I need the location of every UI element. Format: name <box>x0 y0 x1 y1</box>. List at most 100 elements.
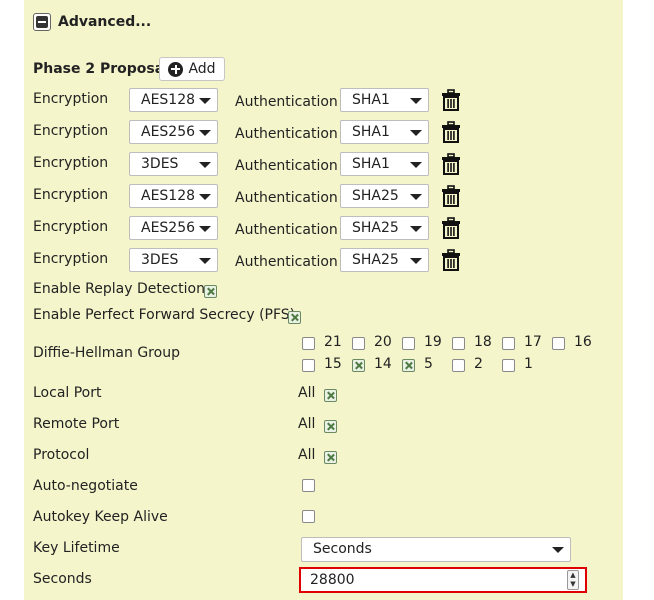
dh-group-label-value: 17 <box>524 334 542 350</box>
seconds-input[interactable]: 28800 ▲ ▼ <box>299 567 587 593</box>
authentication-select[interactable]: SHA25 <box>340 184 429 208</box>
authentication-value: SHA25 <box>352 220 399 236</box>
encryption-value: AES256 <box>141 124 196 140</box>
local-port-label: Local Port <box>33 385 102 401</box>
collapse-toggle-button[interactable] <box>33 13 51 31</box>
dh-group-checkbox[interactable] <box>302 337 315 350</box>
seconds-value: 28800 <box>310 572 355 588</box>
protocol-label: Protocol <box>33 447 90 463</box>
encryption-value: 3DES <box>141 156 179 172</box>
authentication-value: SHA25 <box>352 252 399 268</box>
encryption-label: Encryption <box>33 155 109 171</box>
add-button-label: Add <box>188 61 216 77</box>
authentication-select[interactable]: SHA1 <box>340 152 429 176</box>
encryption-label: Encryption <box>33 91 109 107</box>
auto-negotiate-checkbox[interactable] <box>302 479 315 492</box>
authentication-value: SHA1 <box>352 124 390 140</box>
dh-group-checkbox[interactable] <box>452 359 465 372</box>
chevron-down-icon <box>410 226 422 232</box>
authentication-select[interactable]: SHA25 <box>340 248 429 272</box>
chevron-down-icon <box>199 226 211 232</box>
encryption-label: Encryption <box>33 251 109 267</box>
chevron-down-icon <box>199 130 211 136</box>
authentication-select[interactable]: SHA1 <box>340 88 429 112</box>
trash-icon[interactable] <box>441 153 461 175</box>
chevron-down-icon <box>410 258 422 264</box>
chevron-down-icon <box>199 194 211 200</box>
authentication-label: Authentication <box>235 94 338 110</box>
dh-group-label-value: 19 <box>424 334 442 350</box>
dh-group-label-value: 1 <box>524 356 533 372</box>
local-port-all-label: All <box>298 385 316 401</box>
auto-negotiate-label: Auto-negotiate <box>33 478 138 494</box>
encryption-label: Encryption <box>33 123 109 139</box>
chevron-down-icon <box>199 98 211 104</box>
remote-port-all-label: All <box>298 416 316 432</box>
protocol-all-label: All <box>298 447 316 463</box>
dh-group-checkbox[interactable] <box>552 337 565 350</box>
encryption-select[interactable]: AES256 <box>129 216 218 240</box>
chevron-down-icon <box>552 547 564 553</box>
encryption-value: AES128 <box>141 92 196 108</box>
chevron-down-icon <box>410 130 422 136</box>
authentication-select[interactable]: SHA25 <box>340 216 429 240</box>
chevron-down-icon <box>199 258 211 264</box>
plus-circle-icon <box>168 61 184 77</box>
spin-up-icon[interactable]: ▲ <box>570 572 575 579</box>
dh-group-label-value: 5 <box>424 356 433 372</box>
phase2-proposal-title: Phase 2 Proposal <box>33 61 169 77</box>
local-port-all-checkbox[interactable] <box>324 389 337 402</box>
encryption-value: AES128 <box>141 188 196 204</box>
add-proposal-button[interactable]: Add <box>159 57 225 81</box>
seconds-label: Seconds <box>33 571 92 587</box>
authentication-label: Authentication <box>235 190 338 206</box>
dh-group-label: Diffie-Hellman Group <box>33 345 180 361</box>
authentication-label: Authentication <box>235 254 338 270</box>
authentication-label: Authentication <box>235 222 338 238</box>
pfs-checkbox[interactable] <box>288 311 301 324</box>
encryption-label: Encryption <box>33 187 109 203</box>
encryption-select[interactable]: 3DES <box>129 152 218 176</box>
protocol-all-checkbox[interactable] <box>324 451 337 464</box>
seconds-spinner[interactable]: ▲ ▼ <box>567 570 579 590</box>
dh-group-label-value: 15 <box>324 356 342 372</box>
trash-icon[interactable] <box>441 217 461 239</box>
trash-icon[interactable] <box>441 89 461 111</box>
advanced-title[interactable]: Advanced... <box>58 14 151 30</box>
key-lifetime-label: Key Lifetime <box>33 540 120 556</box>
dh-group-checkbox[interactable] <box>502 359 515 372</box>
dh-group-checkbox[interactable] <box>502 337 515 350</box>
dh-group-checkbox[interactable] <box>302 359 315 372</box>
key-lifetime-select[interactable]: Seconds <box>301 537 571 562</box>
dh-group-checkbox[interactable] <box>402 337 415 350</box>
chevron-down-icon <box>199 162 211 168</box>
dh-group-checkbox[interactable] <box>402 359 415 372</box>
authentication-value: SHA25 <box>352 188 399 204</box>
trash-icon[interactable] <box>441 121 461 143</box>
encryption-select[interactable]: 3DES <box>129 248 218 272</box>
dh-group-checkbox[interactable] <box>352 359 365 372</box>
remote-port-all-checkbox[interactable] <box>324 420 337 433</box>
encryption-select[interactable]: AES256 <box>129 120 218 144</box>
encryption-label: Encryption <box>33 219 109 235</box>
encryption-select[interactable]: AES128 <box>129 88 218 112</box>
chevron-down-icon <box>410 98 422 104</box>
authentication-select[interactable]: SHA1 <box>340 120 429 144</box>
encryption-select[interactable]: AES128 <box>129 184 218 208</box>
dh-group-checkbox[interactable] <box>452 337 465 350</box>
remote-port-label: Remote Port <box>33 416 120 432</box>
dh-group-label-value: 21 <box>324 334 342 350</box>
dh-group-checkbox[interactable] <box>352 337 365 350</box>
authentication-label: Authentication <box>235 158 338 174</box>
spin-down-icon[interactable]: ▼ <box>570 581 575 588</box>
trash-icon[interactable] <box>441 249 461 271</box>
chevron-down-icon <box>410 162 422 168</box>
keep-alive-checkbox[interactable] <box>302 510 315 523</box>
replay-detection-checkbox[interactable] <box>204 285 217 298</box>
dh-group-label-value: 20 <box>374 334 392 350</box>
pfs-label: Enable Perfect Forward Secrecy (PFS) <box>33 307 296 323</box>
authentication-label: Authentication <box>235 126 338 142</box>
trash-icon[interactable] <box>441 185 461 207</box>
minus-icon <box>36 16 48 28</box>
chevron-down-icon <box>410 194 422 200</box>
